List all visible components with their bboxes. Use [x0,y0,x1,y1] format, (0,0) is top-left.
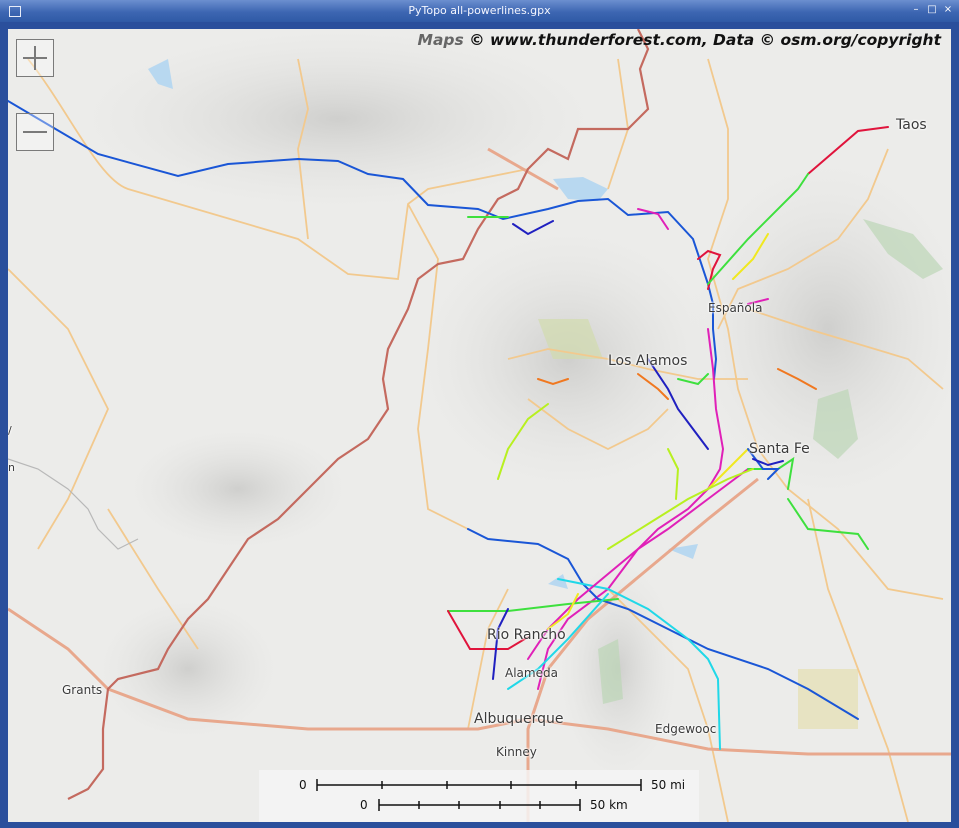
place-label-kinney: Kinney [496,745,537,759]
map-attribution[interactable]: Maps © www.thunderforest.com, Data © osm… [418,31,941,49]
scale-mi-end: 50 mi [651,778,686,792]
place-label-taos: Taos [896,117,927,133]
place-label-grants: Grants [62,683,103,697]
map-layers [8,29,951,822]
zoom-in-button[interactable] [16,39,54,77]
scale-km-start: 0 [360,798,368,812]
scale-bar: 0 50 mi 0 50 km [259,770,699,822]
place-label-santa-fe: Santa Fe [749,441,810,457]
place-label-edgewood: Edgewooc [655,722,717,736]
maximize-button[interactable]: □ [925,3,939,17]
map-canvas[interactable]: Maps © www.thunderforest.com, Data © osm… [8,29,951,822]
scale-km-end: 50 km [590,798,628,812]
place-label-fragment-2: n [8,461,15,474]
window-title: PyTopo all-powerlines.gpx [408,4,551,17]
place-label-rio-rancho: Rio Rancho [487,627,566,643]
place-label-fragment-1: / [8,424,12,437]
attribution-text: © www.thunderforest.com, Data © osm.org/… [469,31,941,49]
close-button[interactable]: × [941,3,955,17]
boundary-line-2 [8,458,139,550]
scale-ticks [316,779,642,811]
place-label-albuquerque: Albuquerque [474,711,564,727]
minimize-button[interactable]: – [909,3,923,17]
app-window: PyTopo all-powerlines.gpx – □ × Maps © w… [0,0,959,828]
title-bar[interactable]: PyTopo all-powerlines.gpx – □ × [0,0,959,22]
zoom-out-button[interactable] [16,113,54,151]
attribution-maps-label: Maps [417,31,464,49]
place-label-los-alamos: Los Alamos [608,353,688,369]
place-label-espanola: Española [708,301,763,315]
scale-mi-start: 0 [299,778,307,792]
place-label-alameda: Alameda [505,666,558,680]
